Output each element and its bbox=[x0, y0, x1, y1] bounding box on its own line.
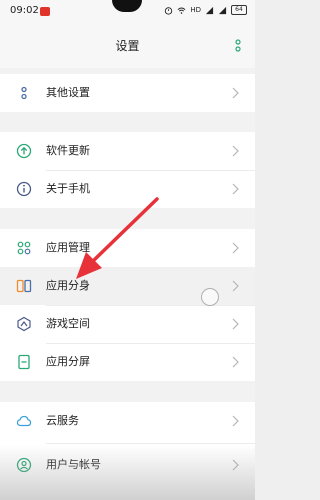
menu-item-about-phone[interactable]: 关于手机 bbox=[0, 170, 255, 208]
chevron-right-icon bbox=[232, 280, 239, 292]
divider bbox=[46, 443, 255, 444]
alarm-icon bbox=[165, 6, 173, 15]
menu-item-game-space[interactable]: 游戏空间 bbox=[0, 305, 255, 343]
camera-notch bbox=[112, 0, 142, 12]
upload-arrow-icon bbox=[16, 143, 32, 159]
settings-screen: 09:02 HD 64 设置 其他设置 软件更新 关于手机 应用管理 应用分身 … bbox=[0, 0, 255, 500]
wifi-icon bbox=[177, 7, 186, 14]
menu-item-user-account[interactable]: 用户与帐号 bbox=[0, 446, 255, 484]
menu-item-label: 其他设置 bbox=[46, 86, 90, 99]
cloud-icon bbox=[16, 415, 32, 427]
status-bar: 09:02 HD 64 bbox=[0, 0, 255, 24]
chevron-right-icon bbox=[232, 318, 239, 330]
menu-item-cloud-service[interactable]: 云服务 bbox=[0, 402, 255, 440]
card-account: 云服务 用户与帐号 bbox=[0, 402, 255, 500]
menu-item-label: 应用管理 bbox=[46, 241, 90, 254]
menu-item-label: 用户与帐号 bbox=[46, 458, 101, 471]
chevron-right-icon bbox=[232, 183, 239, 195]
chevron-right-icon bbox=[232, 356, 239, 368]
menu-item-label: 应用分身 bbox=[46, 279, 90, 292]
card-other-settings: 其他设置 bbox=[0, 74, 255, 112]
menu-item-software-update[interactable]: 软件更新 bbox=[0, 132, 255, 170]
page-title: 设置 bbox=[115, 39, 140, 53]
notification-app-icon bbox=[40, 7, 50, 16]
menu-item-app-management[interactable]: 应用管理 bbox=[0, 229, 255, 267]
signal-icon-2 bbox=[218, 6, 227, 14]
chevron-right-icon bbox=[232, 87, 239, 99]
apps-grid-icon bbox=[17, 241, 31, 255]
signal-icon bbox=[205, 6, 214, 14]
chevron-right-icon bbox=[232, 145, 239, 157]
menu-item-split-screen[interactable]: 应用分屏 bbox=[0, 343, 255, 381]
app-clone-icon bbox=[16, 279, 32, 293]
chevron-right-icon bbox=[232, 459, 239, 471]
menu-item-label: 软件更新 bbox=[46, 144, 90, 157]
menu-item-label: 关于手机 bbox=[46, 182, 90, 195]
battery-icon: 64 bbox=[231, 5, 247, 15]
network-type-label: HD bbox=[190, 6, 201, 14]
info-icon bbox=[16, 181, 32, 197]
touch-indicator bbox=[201, 288, 219, 306]
status-icons: HD 64 bbox=[164, 5, 247, 15]
header: 设置 bbox=[0, 24, 255, 68]
more-options-icon[interactable] bbox=[235, 38, 241, 54]
chevron-right-icon bbox=[232, 242, 239, 254]
game-space-icon bbox=[17, 316, 31, 332]
status-time: 09:02 bbox=[10, 5, 39, 16]
menu-item-other-settings[interactable]: 其他设置 bbox=[0, 74, 255, 112]
menu-item-label: 游戏空间 bbox=[46, 317, 90, 330]
split-screen-icon bbox=[18, 354, 30, 370]
card-apps: 应用管理 应用分身 游戏空间 应用分屏 bbox=[0, 229, 255, 381]
card-system: 软件更新 关于手机 bbox=[0, 132, 255, 208]
chevron-right-icon bbox=[232, 415, 239, 427]
more-dots-icon bbox=[21, 86, 27, 100]
menu-item-label: 应用分屏 bbox=[46, 355, 90, 368]
menu-item-label: 云服务 bbox=[46, 414, 79, 427]
user-account-icon bbox=[16, 457, 32, 473]
